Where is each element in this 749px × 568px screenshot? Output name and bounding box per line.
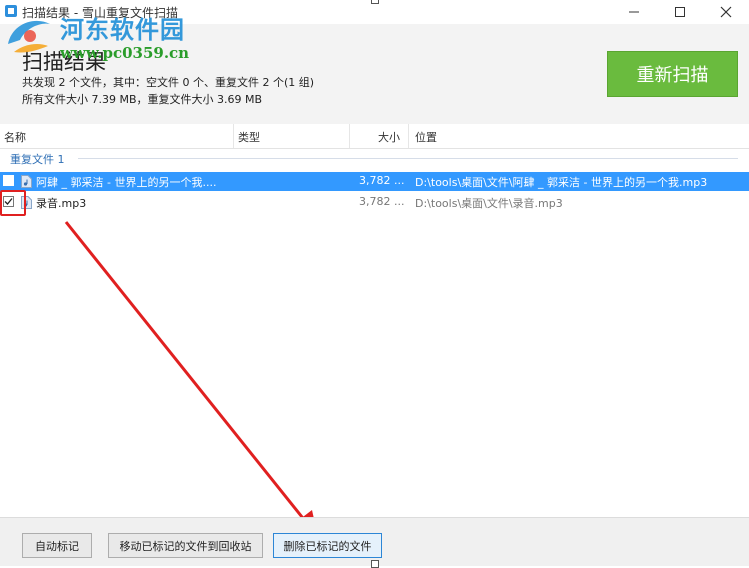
summary-line-files: 共发现 2 个文件，其中：空文件 0 个、重复文件 2 个(1 组) <box>22 76 315 89</box>
close-button[interactable] <box>703 0 749 24</box>
file-size: 3,782 ... <box>359 174 405 187</box>
resize-handle[interactable] <box>371 560 379 568</box>
column-header-type[interactable]: 类型 <box>238 129 260 145</box>
resize-handle[interactable] <box>371 0 379 4</box>
maximize-icon <box>675 7 685 17</box>
delete-marked-button[interactable]: 删除已标记的文件 <box>273 533 382 558</box>
file-name: 录音.mp3 <box>36 197 87 210</box>
window-title: 扫描结果 - 雪山重复文件扫描 <box>22 6 178 20</box>
column-separator[interactable] <box>349 124 350 148</box>
scan-app-icon <box>5 5 17 17</box>
table-row[interactable]: 录音.mp3 3,782 ... D:\tools\桌面\文件\录音.mp3 <box>0 193 749 212</box>
action-bar: 自动标记 移动已标记的文件到回收站 删除已标记的文件 <box>0 517 749 566</box>
rescan-button[interactable]: 重新扫描 <box>607 51 738 97</box>
file-name: 阿肆 _ 郭采洁 - 世界上的另一个我.... <box>36 176 217 189</box>
file-size: 3,782 ... <box>359 195 405 208</box>
list-column-header: 名称 类型 大小 位置 <box>0 124 749 149</box>
move-to-recycle-bin-button[interactable]: 移动已标记的文件到回收站 <box>108 533 263 558</box>
annotation-highlight-box <box>0 190 26 216</box>
column-header-name[interactable]: 名称 <box>4 129 26 145</box>
table-row[interactable]: 阿肆 _ 郭采洁 - 世界上的另一个我.... 3,782 ... D:\too… <box>0 172 749 191</box>
column-separator[interactable] <box>233 124 234 148</box>
row-checkbox[interactable] <box>3 175 14 186</box>
column-separator[interactable] <box>408 124 409 148</box>
close-icon <box>720 6 732 18</box>
column-header-size[interactable]: 大小 <box>378 129 400 145</box>
result-header: 扫描结果 共发现 2 个文件，其中：空文件 0 个、重复文件 2 个(1 组) … <box>0 24 749 124</box>
minimize-button[interactable] <box>611 0 657 24</box>
column-header-path[interactable]: 位置 <box>415 129 437 145</box>
maximize-button[interactable] <box>657 0 703 24</box>
file-path: D:\tools\桌面\文件\录音.mp3 <box>415 197 563 210</box>
group-divider <box>78 158 738 159</box>
duplicate-group-header: 重复文件 1 <box>10 153 65 166</box>
audio-file-icon <box>21 175 32 188</box>
app-window: 扫描结果 - 雪山重复文件扫描 扫描结果 共发现 2 个文件，其中：空文件 0 … <box>0 0 749 568</box>
auto-mark-button[interactable]: 自动标记 <box>22 533 92 558</box>
summary-line-sizes: 所有文件大小 7.39 MB，重复文件大小 3.69 MB <box>22 93 263 106</box>
minimize-icon <box>629 11 639 13</box>
file-path: D:\tools\桌面\文件\阿肆 _ 郭采洁 - 世界上的另一个我.mp3 <box>415 176 708 189</box>
result-title: 扫描结果 <box>22 50 106 74</box>
